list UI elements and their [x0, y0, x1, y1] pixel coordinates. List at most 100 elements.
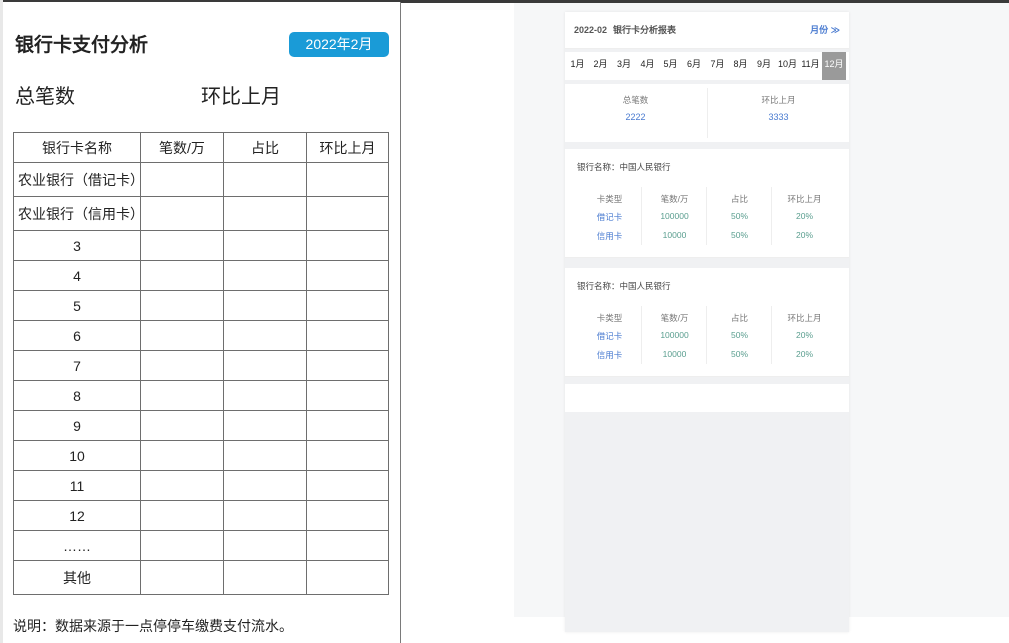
mom-cell: [306, 320, 389, 351]
bank-name-label: 银行名称：: [577, 281, 620, 291]
total-count-label: 总笔数: [15, 86, 75, 108]
table-header-row: 银行卡名称 笔数/万 占比 环比上月: [13, 132, 389, 163]
share-cell: [223, 560, 307, 595]
table-row: 8: [13, 380, 389, 411]
mom-cell: 20%: [795, 330, 813, 340]
count-cell: 100000: [660, 330, 689, 340]
count-cell: [140, 440, 224, 471]
count-cell: 10000: [662, 349, 687, 359]
share-header: 占比: [730, 194, 748, 204]
card-name-cell: 农业银行（借记卡）: [13, 162, 144, 197]
summary-total-value: 2222: [625, 112, 646, 122]
mobile-phone-frame: 2022-02 银行卡分析报表 月份 ≫ 1月 2月 3月 4月 5月 6月 7月 8月 9月 10…: [565, 12, 849, 632]
column-header-card-name: 银行卡名称: [13, 132, 141, 163]
month-picker-button[interactable]: 2022年2月: [289, 32, 389, 57]
share-column: 占比 50% 50%: [707, 306, 772, 370]
month-over-month-label: 环比上月: [201, 86, 281, 108]
month-tab[interactable]: 12月: [822, 52, 846, 80]
mom-header: 环比上月: [787, 313, 822, 323]
mom-cell: [306, 290, 389, 321]
share-column: 占比 50% 50%: [707, 187, 772, 251]
mom-cell: [306, 470, 389, 501]
month-tab[interactable]: 1月: [566, 52, 589, 80]
share-cell: [223, 350, 307, 381]
month-tab[interactable]: 7月: [706, 52, 729, 80]
month-tab[interactable]: 3月: [612, 52, 636, 80]
month-tab[interactable]: 4月: [636, 52, 659, 80]
data-source-note: 说明：数据来源于一点停停车缴费支付流水。: [13, 618, 293, 634]
share-cell: [223, 162, 307, 197]
count-cell: 100000: [660, 211, 689, 221]
mom-cell: [306, 260, 389, 291]
share-cell: [223, 380, 307, 411]
count-cell: [140, 560, 224, 595]
card-name-cell: 10: [13, 440, 141, 471]
share-cell: 50%: [730, 349, 748, 359]
period-toggle[interactable]: 月份 ≫: [810, 23, 840, 36]
count-header: 笔数/万: [660, 313, 689, 323]
table-row: 11: [13, 470, 389, 501]
card-type-cell[interactable]: 借记卡: [577, 211, 642, 223]
count-cell: [140, 530, 224, 561]
mom-cell: [306, 560, 389, 595]
summary-mom-value: 3333: [768, 112, 789, 122]
mom-cell: 20%: [795, 349, 813, 359]
count-column: 笔数/万 100000 10000: [642, 306, 707, 370]
mom-cell: [306, 410, 389, 441]
month-tab[interactable]: 10月: [776, 52, 799, 80]
table-row: 9: [13, 410, 389, 441]
bank-name: 银行名称：中国人民银行: [577, 280, 671, 292]
column-header-mom: 环比上月: [306, 132, 389, 163]
card-type-header: 卡类型: [596, 194, 623, 204]
share-cell: 50%: [730, 211, 748, 221]
bank-name-value: 中国人民银行: [619, 281, 671, 291]
card-name-cell: 农业银行（信用卡）: [13, 196, 144, 231]
share-cell: [223, 196, 307, 231]
share-header: 占比: [730, 313, 748, 323]
table-row: 12: [13, 500, 389, 531]
count-cell: [140, 380, 224, 411]
card-type-column: 卡类型 借记卡 信用卡: [577, 187, 642, 251]
share-cell: [223, 440, 307, 471]
month-tab[interactable]: 5月: [659, 52, 682, 80]
share-cell: [223, 230, 307, 261]
month-tab[interactable]: 6月: [682, 52, 706, 80]
mom-cell: [306, 196, 389, 231]
summary-mom-label: 环比上月: [761, 95, 796, 105]
mom-cell: 20%: [795, 211, 813, 221]
table-row: 7: [13, 350, 389, 381]
count-cell: [140, 470, 224, 501]
count-cell: [140, 290, 224, 321]
mom-cell: [306, 380, 389, 411]
mom-cell: [306, 440, 389, 471]
report-name: 银行卡分析报表: [613, 25, 677, 35]
table-row: 其他: [13, 560, 389, 595]
summary-mom: 环比上月 3333: [708, 84, 849, 142]
page-title: 银行卡支付分析: [15, 35, 149, 56]
mom-cell: [306, 530, 389, 561]
count-cell: [140, 500, 224, 531]
card-type-cell[interactable]: 信用卡: [577, 230, 642, 242]
count-cell: [140, 260, 224, 291]
table-row: 农业银行（信用卡）: [13, 196, 389, 231]
card-name-cell: 9: [13, 410, 141, 441]
mom-column: 环比上月 20% 20%: [772, 312, 837, 370]
design-mockup-panel: 银行卡支付分析 2022年2月 总笔数 环比上月 银行卡名称 笔数/万 占比 环…: [3, 2, 401, 643]
column-header-count: 笔数/万: [140, 132, 224, 163]
mom-column: 环比上月 20% 20%: [772, 193, 837, 251]
card-name-cell: 6: [13, 320, 141, 351]
report-title: 2022-02 银行卡分析报表: [574, 23, 676, 36]
card-type-cell[interactable]: 信用卡: [577, 349, 642, 361]
mom-cell: [306, 350, 389, 381]
month-tab[interactable]: 8月: [729, 52, 752, 80]
month-tab[interactable]: 9月: [752, 52, 776, 80]
count-cell: [140, 162, 224, 197]
share-cell: 50%: [730, 330, 748, 340]
card-name-cell: 7: [13, 350, 141, 381]
bank-name-label: 银行名称：: [577, 162, 620, 172]
summary-total-label: 总笔数: [622, 95, 649, 105]
card-type-cell[interactable]: 借记卡: [577, 330, 642, 342]
card-type-header: 卡类型: [596, 313, 623, 323]
month-tab[interactable]: 11月: [799, 52, 822, 80]
month-tab[interactable]: 2月: [589, 52, 612, 80]
